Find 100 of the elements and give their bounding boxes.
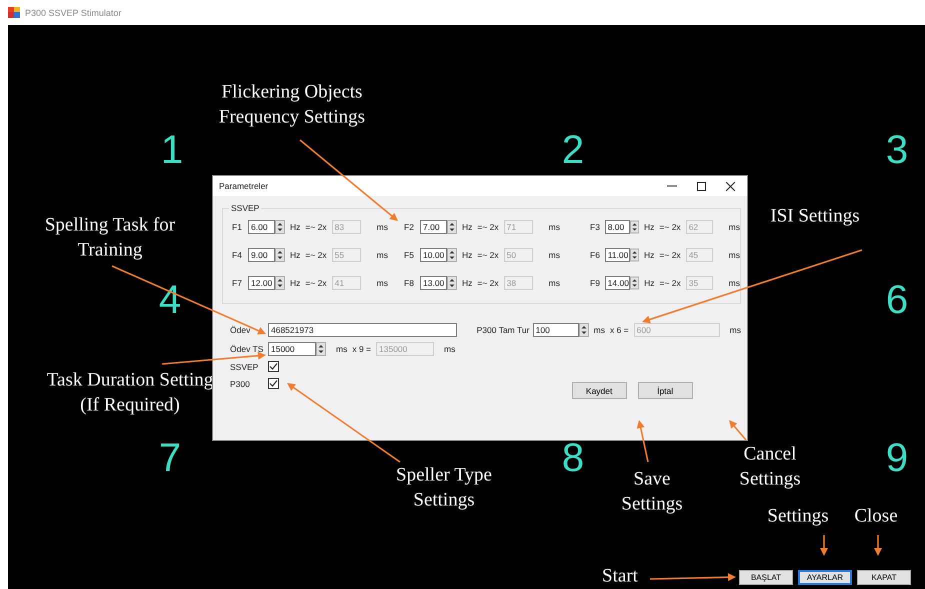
annotation-text: Close [853,504,899,529]
number-field[interactable]: 12.00 [248,276,275,290]
unit-label: ms [444,344,456,354]
dialog-button[interactable]: İptal [638,382,693,399]
relation-label: =~ 2x [659,250,681,260]
annotation-text: Cancel Settings [738,442,802,491]
maximize-icon[interactable] [697,182,706,190]
unit-label: ms [376,278,388,288]
relation-label: =~ 2x [305,222,327,232]
group-title: SSVEP [229,203,262,213]
unit-label: ms [336,344,348,354]
annotation-arrow [874,535,882,556]
number-field[interactable]: 13.00 [420,276,447,290]
number-field[interactable]: 8.00 [604,220,630,234]
spin-buttons-icon[interactable] [447,276,457,290]
checkbox-label: P300 [230,378,251,388]
relation-label: =~ 2x [659,278,681,288]
field-label: F8 [404,278,415,288]
checkbox[interactable] [268,378,279,389]
annotation-text: Spelling Task for Training [44,213,176,262]
period-field: 35 [686,276,713,290]
section-number: 2 [562,130,584,170]
field-label: Ödev [230,324,252,334]
relation-label: =~ 2x [477,250,499,260]
unit-label: ms [376,222,388,232]
number-field[interactable]: 7.00 [420,220,447,234]
checkbox[interactable] [268,361,279,372]
annotation-text: Start [601,564,639,589]
number-field[interactable]: 11.00 [604,248,630,262]
section-number: 9 [886,438,908,478]
result-field: 135000 [376,342,434,356]
spin-buttons-icon[interactable] [630,248,640,262]
relation-label: =~ 2x [305,278,327,288]
period-field: 55 [332,248,361,262]
relation-label: =~ 2x [477,222,499,232]
main-button[interactable]: AYARLAR [798,570,852,585]
section-number: 8 [562,438,584,478]
annotation-text: Speller Type Settings [395,463,493,512]
field-label: F1 [232,222,243,232]
number-field[interactable]: 15000 [268,342,316,356]
field-label: F9 [590,278,601,288]
spin-buttons-icon[interactable] [275,220,285,234]
period-field: 62 [686,220,713,234]
number-field[interactable]: 9.00 [248,248,275,262]
period-field: 41 [332,276,361,290]
period-field: 45 [686,248,713,262]
unit-label: Hz [462,250,472,260]
unit-label: ms [728,278,740,288]
section-number: 7 [158,438,182,478]
field-label: P300 Tam Tur [476,324,530,334]
section-number: 4 [158,280,182,320]
unit-label: Hz [290,278,300,288]
field-label: F2 [404,222,415,232]
unit-label: ms [728,222,740,232]
annotation-text: Flickering Objects Frequency Settings [218,80,366,129]
dialog-button[interactable]: Kaydet [572,382,627,399]
spin-buttons-icon[interactable] [316,342,326,356]
spin-buttons-icon[interactable] [630,276,640,290]
period-field: 50 [504,248,533,262]
task-field[interactable]: 468521973 [268,322,457,336]
spin-buttons-icon[interactable] [275,248,285,262]
section-number: 1 [160,130,184,170]
section-number: 3 [886,130,908,170]
field-label: Ödev TS [230,344,264,354]
relation-label: =~ 2x [477,278,499,288]
number-field[interactable]: 100 [532,322,579,336]
annotation-text: Save Settings [620,467,684,516]
annotation-text: Settings [766,504,830,529]
field-label: F3 [590,222,601,232]
field-label: F4 [232,250,243,260]
period-field: 38 [504,276,533,290]
spin-buttons-icon[interactable] [630,220,640,234]
unit-label: Hz [462,222,472,232]
main-button[interactable]: BAŞLAT [739,570,793,585]
app-icon [8,7,20,18]
main-button[interactable]: KAPAT [857,570,911,585]
section-number: 6 [886,280,908,320]
spin-buttons-icon[interactable] [578,322,589,336]
unit-label: ms [728,250,740,260]
unit-label: ms [548,222,560,232]
unit-label: Hz [644,278,654,288]
period-field: 83 [332,220,361,234]
number-field[interactable]: 10.00 [420,248,447,262]
unit-label: Hz [644,250,654,260]
number-field[interactable]: 14.00 [604,276,630,290]
number-field[interactable]: 6.00 [248,220,275,234]
unit-label: ms [548,250,560,260]
field-label: F7 [232,278,243,288]
multiplier-label: x 9 = [352,344,372,354]
annotation-arrow [820,535,828,556]
unit-label: Hz [462,278,472,288]
unit-label: ms [594,324,605,334]
dialog-title: Parametreler [219,181,268,191]
spin-buttons-icon[interactable] [447,248,457,262]
close-icon[interactable] [726,182,735,190]
spin-buttons-icon[interactable] [447,220,457,234]
annotation-text: Task Duration Setting (If Required) [46,368,214,417]
field-label: F5 [404,250,415,260]
spin-buttons-icon[interactable] [275,276,285,290]
result-field: 600 [634,322,720,336]
